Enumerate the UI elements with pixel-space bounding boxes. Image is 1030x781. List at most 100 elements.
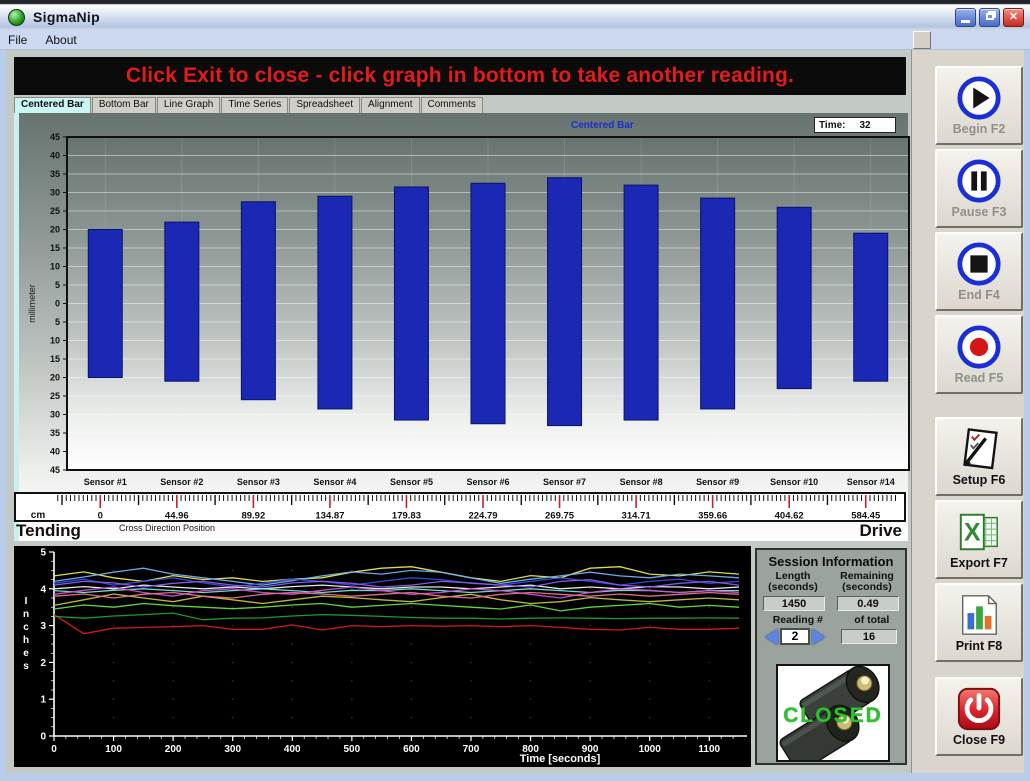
tab-spreadsheet[interactable]: Spreadsheet bbox=[289, 97, 360, 113]
svg-text:179.83: 179.83 bbox=[392, 511, 421, 522]
svg-text:Sensor #7: Sensor #7 bbox=[543, 477, 586, 487]
svg-text:25: 25 bbox=[50, 206, 60, 216]
svg-text:Time [seconds]: Time [seconds] bbox=[520, 753, 601, 765]
end-f4-button[interactable]: End F4 bbox=[935, 232, 1023, 311]
svg-text:1100: 1100 bbox=[698, 744, 720, 755]
session-title: Session Information bbox=[757, 554, 905, 569]
pause-f3-button[interactable]: Pause F3 bbox=[935, 149, 1023, 228]
svg-text:0: 0 bbox=[98, 511, 103, 522]
minimize-button[interactable] bbox=[955, 8, 976, 27]
drive-label: Drive bbox=[859, 521, 902, 541]
svg-text:Sensor #4: Sensor #4 bbox=[313, 477, 356, 487]
bar-sensor9 bbox=[701, 198, 735, 409]
button-label: Read F5 bbox=[955, 371, 1004, 385]
title-bar: SigmaNip ✕ bbox=[0, 0, 1030, 30]
svg-text:20: 20 bbox=[50, 225, 60, 235]
svg-text:44.96: 44.96 bbox=[165, 511, 189, 522]
bar-sensor4 bbox=[318, 196, 352, 409]
session-information-panel: Session Information Length(seconds) Rema… bbox=[755, 548, 907, 765]
menu-item-file[interactable]: File bbox=[8, 33, 27, 47]
tab-bottom-bar[interactable]: Bottom Bar bbox=[92, 97, 156, 113]
play-icon bbox=[956, 75, 1002, 121]
length-value: 1450 bbox=[763, 596, 825, 611]
svg-text:10: 10 bbox=[50, 336, 60, 346]
tab-time-series[interactable]: Time Series bbox=[221, 97, 288, 113]
export-f7-button[interactable]: XExport F7 bbox=[935, 500, 1023, 579]
reading-number-value[interactable]: 2 bbox=[780, 628, 810, 645]
svg-text:5: 5 bbox=[40, 548, 46, 559]
svg-text:89.92: 89.92 bbox=[241, 511, 265, 522]
svg-text:1000: 1000 bbox=[639, 744, 662, 755]
corner-spacer bbox=[913, 31, 931, 49]
pause-icon bbox=[956, 158, 1002, 204]
menu-item-about[interactable]: About bbox=[45, 33, 76, 47]
status-message: Click Exit to close - click graph in bot… bbox=[14, 57, 906, 95]
svg-text:cm: cm bbox=[31, 510, 46, 521]
app-logo-icon bbox=[8, 9, 25, 26]
centered-bar-chart-panel: Centered Bar Time: 32 454035302520151050… bbox=[14, 113, 908, 541]
tab-comments[interactable]: Comments bbox=[421, 97, 483, 113]
svg-text:700: 700 bbox=[463, 744, 480, 755]
svg-text:269.75: 269.75 bbox=[545, 511, 575, 522]
reading-next-arrow[interactable] bbox=[812, 629, 825, 645]
tending-label: Tending bbox=[16, 521, 81, 541]
setup-notepad-icon bbox=[956, 426, 1002, 472]
svg-text:4: 4 bbox=[40, 584, 46, 595]
setup-f6-button[interactable]: Setup F6 bbox=[935, 417, 1023, 496]
time-series-graph[interactable]: 0123450100200300400500600700800900100011… bbox=[14, 546, 751, 767]
button-label: Pause F3 bbox=[952, 205, 1007, 219]
button-label: Print F8 bbox=[956, 639, 1003, 653]
window-title: SigmaNip bbox=[33, 9, 100, 25]
restore-icon bbox=[986, 13, 994, 20]
reading-previous-arrow[interactable] bbox=[765, 629, 778, 645]
close-button[interactable]: ✕ bbox=[1003, 8, 1024, 27]
print-chart-icon bbox=[956, 592, 1002, 638]
svg-text:I: I bbox=[25, 596, 28, 607]
svg-text:5: 5 bbox=[55, 317, 60, 327]
svg-text:35: 35 bbox=[50, 169, 60, 179]
close-f9-button[interactable]: Close F9 bbox=[935, 677, 1023, 756]
svg-text:134.87: 134.87 bbox=[315, 511, 344, 522]
svg-text:Sensor #9: Sensor #9 bbox=[696, 477, 739, 487]
series-lime bbox=[54, 604, 739, 611]
nip-status-badge: CLOSED bbox=[778, 704, 888, 728]
begin-f2-button[interactable]: Begin F2 bbox=[935, 66, 1023, 145]
svg-text:n: n bbox=[23, 609, 29, 620]
time-field[interactable]: Time: 32 bbox=[814, 117, 896, 133]
bar-sensor1 bbox=[88, 230, 122, 378]
cross-direction-ruler: cm044.9689.92134.87179.83224.79269.75314… bbox=[14, 492, 906, 522]
time-value: 32 bbox=[860, 120, 871, 131]
restore-button[interactable] bbox=[979, 8, 1000, 27]
button-label: End F4 bbox=[958, 288, 1000, 302]
svg-text:Sensor #3: Sensor #3 bbox=[237, 477, 280, 487]
centered-bar-chart: 45403530252015105051015202530354045milli… bbox=[19, 113, 913, 541]
svg-text:300: 300 bbox=[224, 744, 241, 755]
svg-text:5: 5 bbox=[55, 280, 60, 290]
svg-text:30: 30 bbox=[50, 188, 60, 198]
svg-text:400: 400 bbox=[284, 744, 301, 755]
button-label: Export F7 bbox=[950, 556, 1008, 570]
tab-strip: Centered BarBottom BarLine GraphTime Ser… bbox=[14, 97, 484, 113]
svg-text:s: s bbox=[23, 661, 29, 672]
app-window: SigmaNip ✕ File About Begin F2 Pause F3 End… bbox=[0, 0, 1030, 781]
series-pink bbox=[54, 593, 739, 599]
svg-text:40: 40 bbox=[50, 151, 60, 161]
svg-text:10: 10 bbox=[50, 262, 60, 272]
svg-text:millimeter: millimeter bbox=[27, 284, 37, 323]
power-icon bbox=[956, 686, 1002, 732]
tab-line-graph[interactable]: Line Graph bbox=[157, 97, 220, 113]
read-f5-button[interactable]: Read F5 bbox=[935, 315, 1023, 394]
tab-alignment[interactable]: Alignment bbox=[361, 97, 419, 113]
svg-text:100: 100 bbox=[105, 744, 122, 755]
svg-text:Sensor #14: Sensor #14 bbox=[847, 477, 895, 487]
tab-centered-bar[interactable]: Centered Bar bbox=[14, 97, 91, 113]
minimize-icon bbox=[961, 20, 970, 23]
svg-text:404.62: 404.62 bbox=[775, 511, 804, 522]
length-label: Length(seconds) bbox=[768, 571, 818, 593]
bar-sensor5 bbox=[394, 187, 428, 420]
chart-title: Centered Bar bbox=[571, 120, 634, 131]
svg-text:584.45: 584.45 bbox=[851, 511, 881, 522]
bar-sensor10 bbox=[777, 207, 811, 388]
svg-text:35: 35 bbox=[50, 428, 60, 438]
print-f8-button[interactable]: Print F8 bbox=[935, 583, 1023, 662]
